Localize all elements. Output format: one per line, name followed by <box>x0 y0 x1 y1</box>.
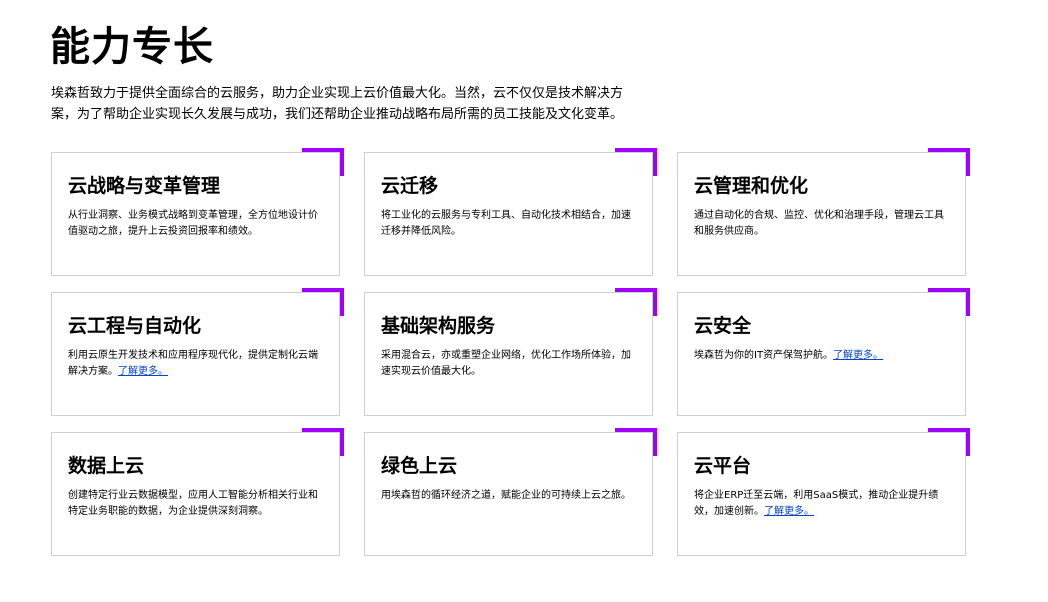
card-description: 通过自动化的合规、监控、优化和治理手段，管理云工具和服务供应商。 <box>694 208 949 240</box>
card-title: 云迁移 <box>381 175 439 197</box>
card-description: 采用混合云，亦或重塑企业网络，优化工作场所体验，加速实现云价值最大化。 <box>381 348 636 380</box>
card-title: 绿色上云 <box>381 455 458 477</box>
learn-more-link[interactable]: 了解更多。 <box>764 506 814 517</box>
card-title: 云平台 <box>694 455 752 477</box>
card-cloud-platform[interactable]: 云平台 将企业ERP迁至云端，利用SaaS模式，推动企业提升绩效，加速创新。了解… <box>677 428 970 556</box>
card-description: 利用云原生开发技术和应用程序现代化，提供定制化云端解决方案。了解更多。 <box>68 348 323 380</box>
capabilities-grid: 云战略与变革管理 从行业洞察、业务模式战略到变革管理，全方位地设计价值驱动之旅，… <box>51 148 970 556</box>
corner-accent <box>928 288 970 316</box>
card-green-cloud[interactable]: 绿色上云 用埃森哲的循环经济之道，赋能企业的可持续上云之旅。 <box>364 428 657 556</box>
corner-accent <box>615 428 657 456</box>
corner-accent <box>302 148 344 176</box>
card-infrastructure[interactable]: 基础架构服务 采用混合云，亦或重塑企业网络，优化工作场所体验，加速实现云价值最大… <box>364 288 657 416</box>
card-cloud-management[interactable]: 云管理和优化 通过自动化的合规、监控、优化和治理手段，管理云工具和服务供应商。 <box>677 148 970 276</box>
card-title: 数据上云 <box>68 455 145 477</box>
card-desc-text: 创建特定行业云数据模型，应用人工智能分析相关行业和特定业务职能的数据，为企业提供… <box>68 490 318 517</box>
card-data-to-cloud[interactable]: 数据上云 创建特定行业云数据模型，应用人工智能分析相关行业和特定业务职能的数据，… <box>51 428 344 556</box>
card-title: 云安全 <box>694 315 752 337</box>
card-description: 创建特定行业云数据模型，应用人工智能分析相关行业和特定业务职能的数据，为企业提供… <box>68 488 323 520</box>
card-description: 埃森哲为你的IT资产保驾护航。了解更多。 <box>694 348 949 364</box>
card-cloud-security[interactable]: 云安全 埃森哲为你的IT资产保驾护航。了解更多。 <box>677 288 970 416</box>
card-title: 云战略与变革管理 <box>68 175 221 197</box>
card-desc-text: 通过自动化的合规、监控、优化和治理手段，管理云工具和服务供应商。 <box>694 210 944 237</box>
learn-more-link[interactable]: 了解更多。 <box>833 350 883 361</box>
card-desc-text: 埃森哲为你的IT资产保驾护航。 <box>694 350 834 361</box>
card-description: 将工业化的云服务与专利工具、自动化技术相结合，加速迁移并降低风险。 <box>381 208 636 240</box>
corner-accent <box>302 428 344 456</box>
card-description: 将企业ERP迁至云端，利用SaaS模式，推动企业提升绩效，加速创新。了解更多。 <box>694 488 949 520</box>
card-desc-text: 将企业ERP迁至云端，利用SaaS模式，推动企业提升绩效，加速创新。 <box>694 490 939 517</box>
intro-text: 埃森哲致力于提供全面综合的云服务，助力企业实现上云价值最大化。当然，云不仅仅是技… <box>51 86 624 122</box>
corner-accent <box>615 288 657 316</box>
card-title: 云管理和优化 <box>694 175 809 197</box>
corner-accent <box>928 428 970 456</box>
page-title: 能力专长 <box>50 24 214 70</box>
card-cloud-strategy[interactable]: 云战略与变革管理 从行业洞察、业务模式战略到变革管理，全方位地设计价值驱动之旅，… <box>51 148 344 276</box>
corner-accent <box>615 148 657 176</box>
card-title: 云工程与自动化 <box>68 315 202 337</box>
learn-more-link[interactable]: 了解更多。 <box>118 366 168 377</box>
card-description: 从行业洞察、业务模式战略到变革管理，全方位地设计价值驱动之旅，提升上云投资回报率… <box>68 208 323 240</box>
corner-accent <box>928 148 970 176</box>
card-desc-text: 从行业洞察、业务模式战略到变革管理，全方位地设计价值驱动之旅，提升上云投资回报率… <box>68 210 318 237</box>
card-cloud-migration[interactable]: 云迁移 将工业化的云服务与专利工具、自动化技术相结合，加速迁移并降低风险。 <box>364 148 657 276</box>
card-desc-text: 将工业化的云服务与专利工具、自动化技术相结合，加速迁移并降低风险。 <box>381 210 631 237</box>
card-title: 基础架构服务 <box>381 315 496 337</box>
card-description: 用埃森哲的循环经济之道，赋能企业的可持续上云之旅。 <box>381 488 636 504</box>
card-desc-text: 用埃森哲的循环经济之道，赋能企业的可持续上云之旅。 <box>381 490 631 501</box>
card-desc-text: 利用云原生开发技术和应用程序现代化，提供定制化云端解决方案。 <box>68 350 318 377</box>
corner-accent <box>302 288 344 316</box>
card-desc-text: 采用混合云，亦或重塑企业网络，优化工作场所体验，加速实现云价值最大化。 <box>381 350 631 377</box>
card-cloud-engineering[interactable]: 云工程与自动化 利用云原生开发技术和应用程序现代化，提供定制化云端解决方案。了解… <box>51 288 344 416</box>
